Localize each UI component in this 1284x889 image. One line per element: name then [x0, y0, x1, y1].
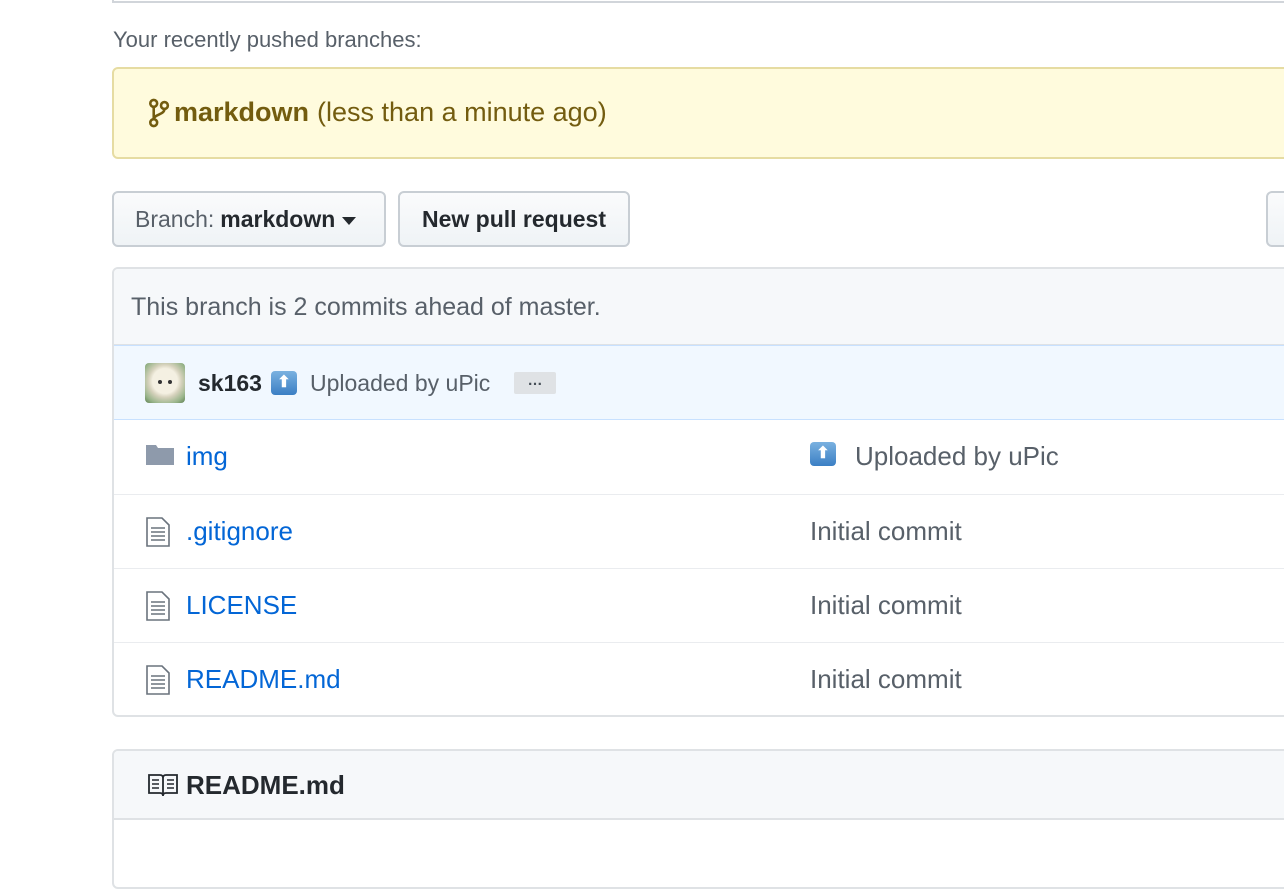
file-row: img ⬆ Uploaded by uPic [114, 420, 1284, 494]
up-arrow-icon: ⬆ [271, 371, 297, 395]
file-link-readme[interactable]: README.md [186, 664, 341, 695]
file-row: README.md Initial commit [114, 642, 1284, 715]
recent-branches-label: Your recently pushed branches: [113, 27, 422, 52]
branch-prefix: Branch: [135, 205, 215, 232]
top-divider [112, 0, 1284, 3]
avatar[interactable] [145, 363, 185, 403]
git-branch-icon [148, 98, 170, 127]
recent-branch-flash: markdown (less than a minute ago) [112, 67, 1284, 159]
folder-icon [146, 445, 174, 465]
up-arrow-icon: ⬆ [810, 442, 836, 466]
readme-panel: README.md [112, 749, 1284, 889]
readme-title[interactable]: README.md [186, 770, 345, 801]
file-row: .gitignore Initial commit [114, 494, 1284, 568]
file-link-gitignore[interactable]: .gitignore [186, 516, 293, 547]
commit-message[interactable]: Uploaded by uPic [310, 370, 490, 397]
recent-branch-name[interactable]: markdown [174, 97, 309, 128]
branch-status: This branch is 2 commits ahead of master… [114, 269, 1284, 345]
branch-ahead-text: This branch is 2 commits ahead of master… [131, 293, 601, 321]
book-icon [148, 774, 178, 797]
file-navigation: This branch is 2 commits ahead of master… [112, 267, 1284, 717]
branch-name: markdown [220, 205, 336, 232]
file-commit-message[interactable]: Initial commit [810, 516, 962, 547]
file-icon [146, 665, 170, 695]
file-row: LICENSE Initial commit [114, 568, 1284, 642]
latest-commit-bar: sk163 ⬆ Uploaded by uPic … [114, 345, 1284, 420]
file-commit-message[interactable]: Uploaded by uPic [855, 441, 1059, 472]
file-icon [146, 591, 170, 621]
file-commit-message[interactable]: Initial commit [810, 664, 962, 695]
toolbar-edge-button[interactable] [1266, 191, 1284, 247]
readme-header: README.md [114, 751, 1284, 820]
file-commit-message[interactable]: Initial commit [810, 590, 962, 621]
new-pull-request-button[interactable]: New pull request [398, 191, 630, 247]
file-link-license[interactable]: LICENSE [186, 590, 297, 621]
ellipsis-button[interactable]: … [514, 372, 556, 394]
branch-select-button[interactable]: Branch: markdown [112, 191, 386, 247]
caret-down-icon [342, 216, 357, 225]
file-icon [146, 517, 170, 547]
recent-branch-time: (less than a minute ago) [317, 97, 607, 127]
commit-author[interactable]: sk163 [198, 370, 262, 397]
file-link-img[interactable]: img [186, 441, 228, 472]
